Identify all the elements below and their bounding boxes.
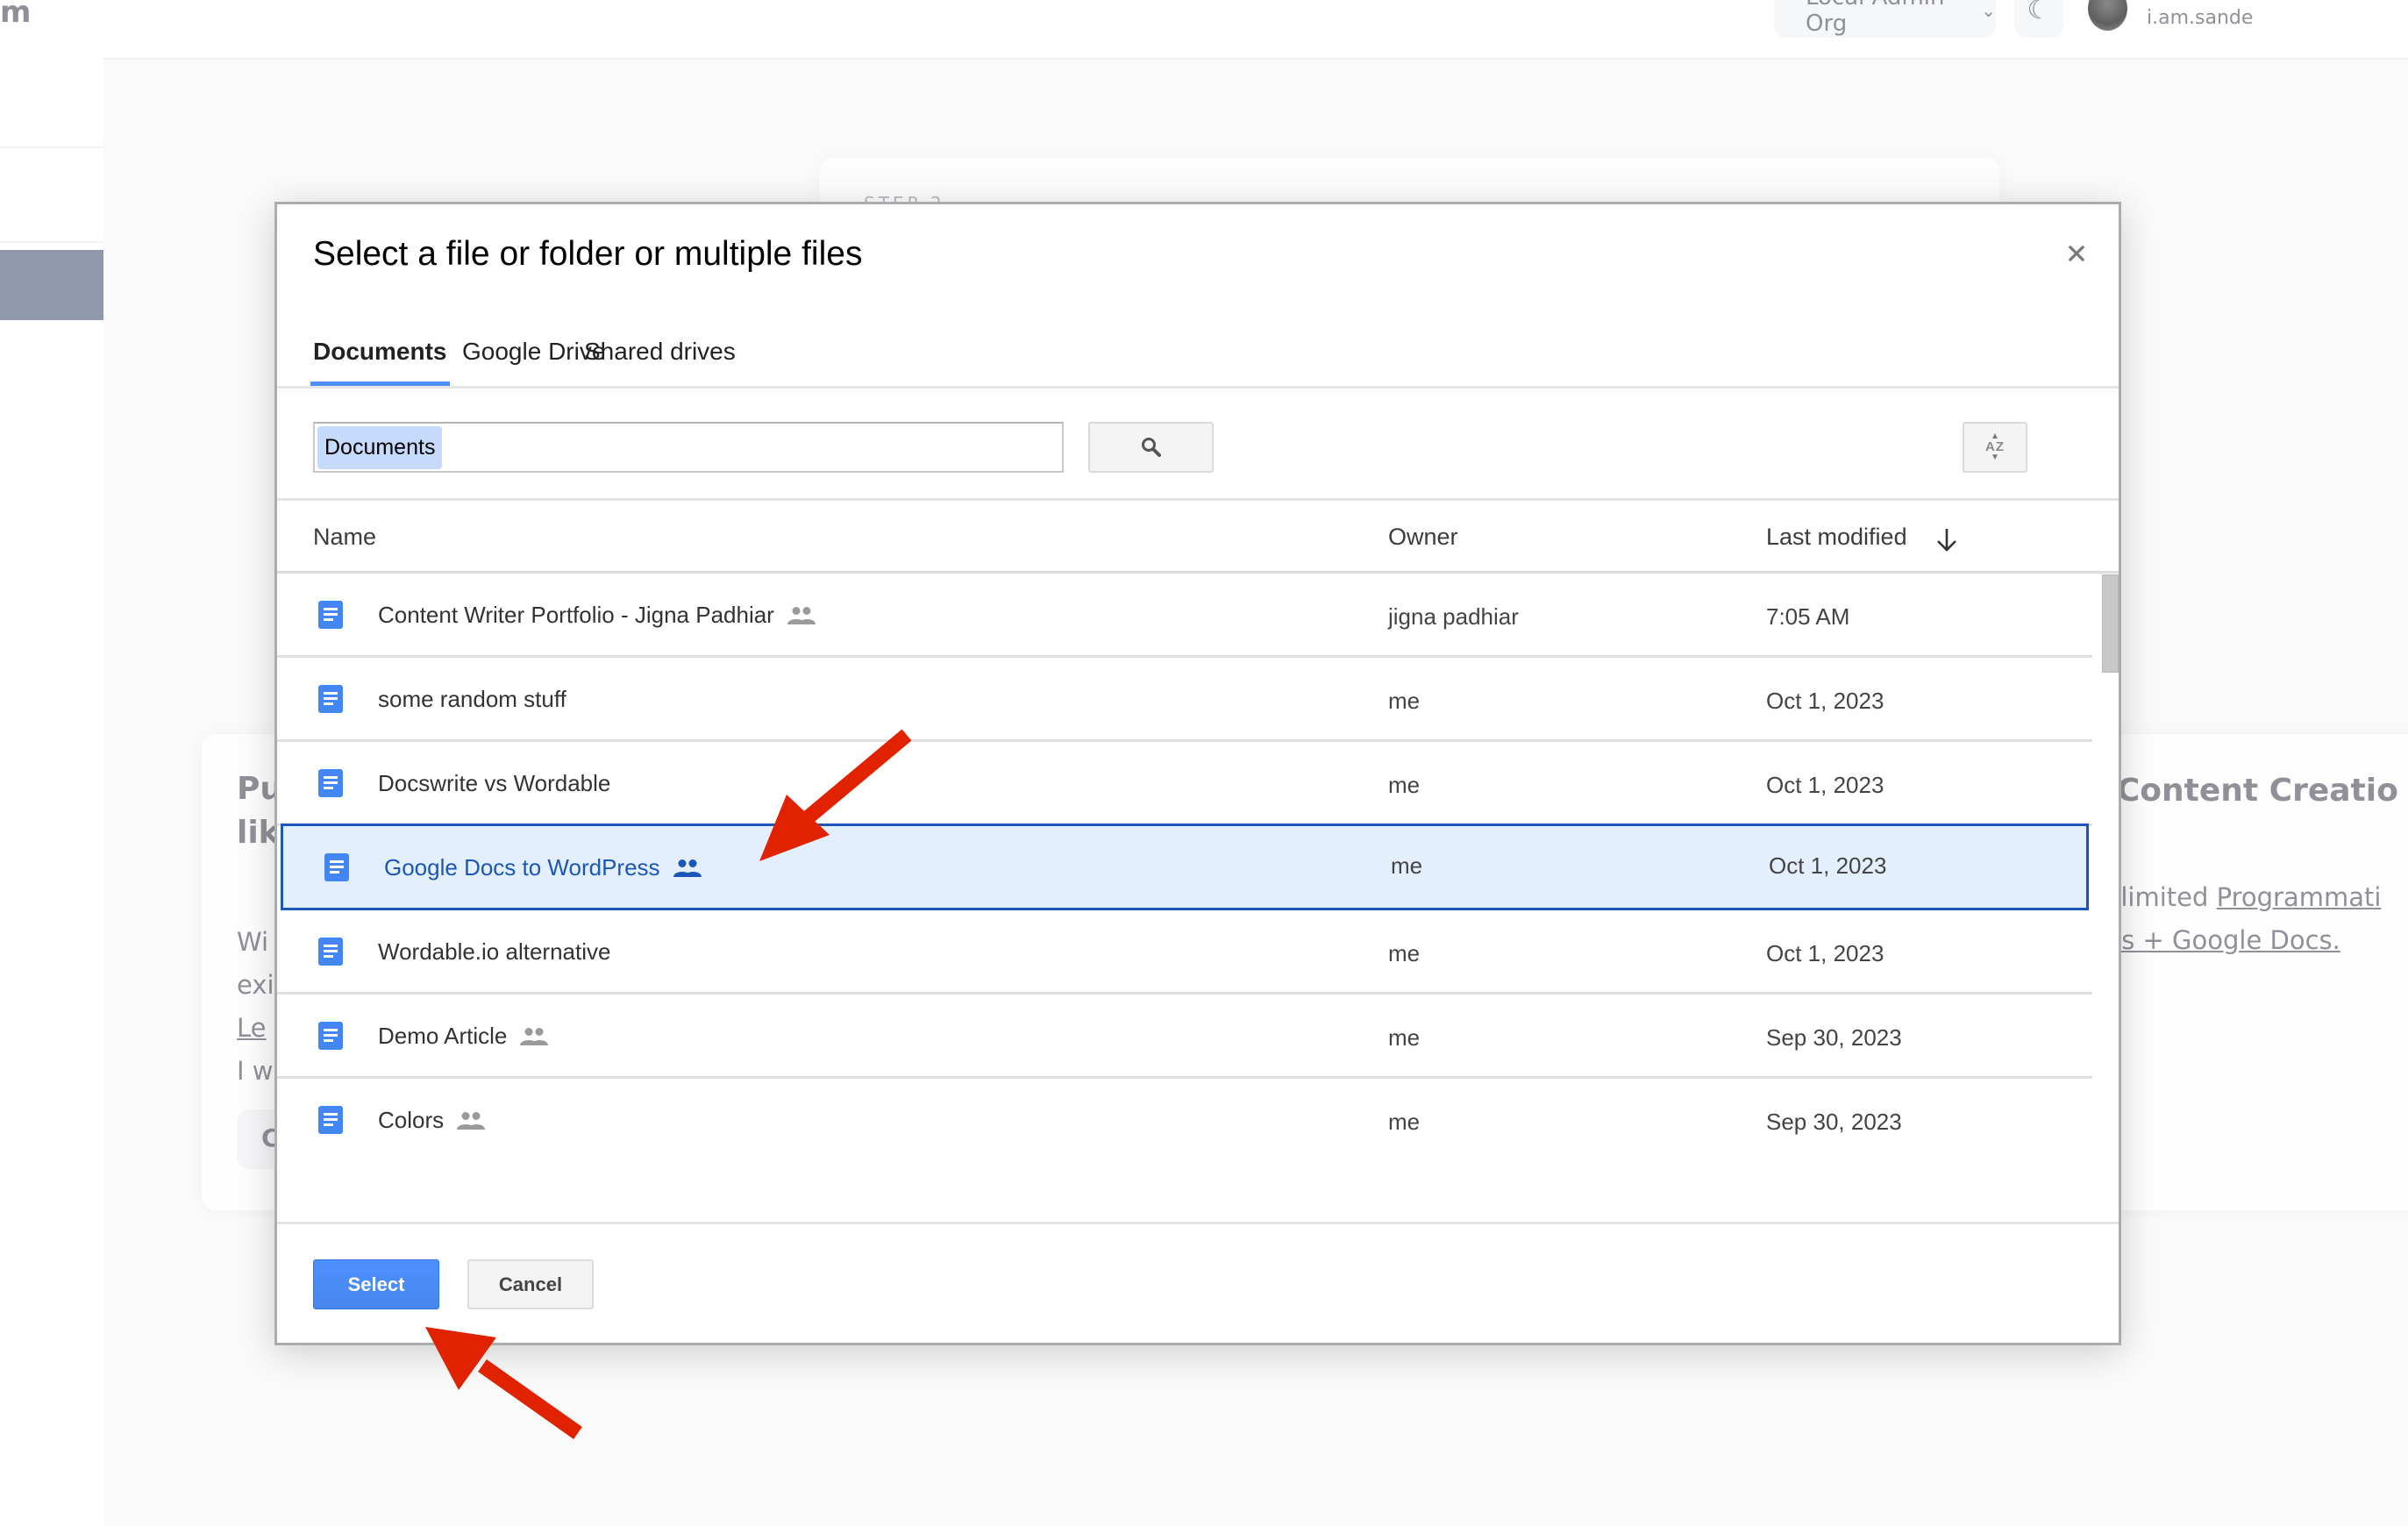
sidebar-item-active[interactable] bbox=[0, 250, 103, 320]
file-name-text: Content Writer Portfolio - Jigna Padhiar bbox=[378, 602, 774, 628]
google-docs-icon bbox=[318, 1022, 343, 1050]
card-body-line: ets + Google Docs. bbox=[2096, 919, 2340, 961]
footer-divider bbox=[277, 1222, 2119, 1224]
user-email: i.am.sande bbox=[2147, 7, 2254, 29]
sort-az-button[interactable]: ▲ AZ ▼ bbox=[1963, 422, 2027, 473]
file-last-modified: Oct 1, 2023 bbox=[1769, 852, 1887, 879]
app-topbar: m Local Admin Org ⌄ ☾ i.am.sande bbox=[0, 0, 2408, 59]
sidebar-divider bbox=[0, 241, 103, 243]
shared-people-icon bbox=[673, 859, 702, 877]
topbar-divider bbox=[103, 58, 2408, 60]
card-body-line: Wi bbox=[237, 927, 269, 957]
card-body-line: nlimited Programmati bbox=[2105, 876, 2381, 918]
magnifier-icon bbox=[1141, 438, 1161, 457]
select-button[interactable]: Select bbox=[313, 1259, 439, 1309]
file-name-text: Docswrite vs Wordable bbox=[378, 770, 611, 796]
file-owner: me bbox=[1388, 1109, 1421, 1135]
google-docs-icon bbox=[318, 1106, 343, 1134]
card-body-line: I w bbox=[237, 1056, 274, 1086]
brand-logo-text: m bbox=[0, 0, 32, 30]
file-name-text: some random stuff bbox=[378, 686, 566, 712]
shared-people-icon bbox=[457, 1111, 486, 1130]
tab-documents[interactable]: Documents bbox=[313, 308, 446, 389]
chevron-down-icon: ⌄ bbox=[1981, 0, 1996, 21]
sidebar-divider bbox=[0, 146, 103, 148]
shared-people-icon bbox=[520, 1027, 549, 1045]
file-name: Colors bbox=[378, 1107, 486, 1134]
file-row[interactable]: Content Writer Portfolio - Jigna Padhiar… bbox=[277, 574, 2092, 658]
arrow-down-icon[interactable] bbox=[1934, 525, 1959, 553]
file-list: Content Writer Portfolio - Jigna Padhiar… bbox=[277, 574, 2092, 1144]
file-row[interactable]: Wordable.io alternative me Oct 1, 2023 bbox=[277, 910, 2092, 995]
org-switcher[interactable]: Local Admin Org ⌄ bbox=[1774, 0, 1996, 38]
file-name: some random stuff bbox=[378, 686, 566, 713]
file-row[interactable]: Demo Article me Sep 30, 2023 bbox=[277, 995, 2092, 1079]
file-last-modified: Oct 1, 2023 bbox=[1766, 940, 1884, 966]
file-last-modified: 7:05 AM bbox=[1766, 603, 1850, 630]
column-header-last-modified[interactable]: Last modified bbox=[1766, 524, 1907, 551]
card-link[interactable]: Le bbox=[237, 1013, 267, 1043]
card-link[interactable]: ets + Google Docs. bbox=[2096, 925, 2340, 955]
file-name-text: Google Docs to WordPress bbox=[384, 854, 660, 881]
file-owner: me bbox=[1388, 1024, 1421, 1051]
card-body-line: exi bbox=[237, 970, 274, 1000]
file-name: Content Writer Portfolio - Jigna Padhiar bbox=[378, 602, 816, 629]
search-button[interactable] bbox=[1088, 422, 1214, 473]
file-owner: me bbox=[1388, 688, 1421, 714]
file-name: Docswrite vs Wordable bbox=[378, 770, 610, 797]
file-owner: me bbox=[1388, 772, 1421, 798]
card-body-text: nlimited bbox=[2105, 882, 2217, 912]
picker-tabs: Documents Google Drive Shared drives bbox=[277, 308, 2119, 389]
google-docs-icon bbox=[318, 601, 343, 629]
search-scope-chip[interactable]: Documents bbox=[317, 426, 443, 469]
dialog-title: Select a file or folder or multiple file… bbox=[313, 235, 863, 273]
file-last-modified: Oct 1, 2023 bbox=[1766, 688, 1884, 714]
column-header-owner[interactable]: Owner bbox=[1388, 524, 1458, 551]
moon-icon: ☾ bbox=[2027, 0, 2051, 25]
search-input[interactable]: Documents bbox=[313, 422, 1064, 473]
google-docs-icon bbox=[318, 769, 343, 797]
file-row[interactable]: Google Docs to WordPress me Oct 1, 2023 bbox=[281, 824, 2089, 910]
google-docs-icon bbox=[318, 938, 343, 966]
cancel-button[interactable]: Cancel bbox=[467, 1259, 594, 1309]
file-name: Wordable.io alternative bbox=[378, 938, 610, 966]
file-name: Demo Article bbox=[378, 1023, 549, 1050]
org-switcher-label: Local Admin Org bbox=[1806, 0, 1945, 37]
tabs-divider bbox=[277, 386, 2119, 389]
theme-toggle-button[interactable]: ☾ bbox=[2014, 0, 2063, 38]
file-name-text: Wordable.io alternative bbox=[378, 938, 611, 965]
file-name-text: Demo Article bbox=[378, 1023, 508, 1049]
close-x-icon bbox=[2069, 246, 2084, 261]
sidebar bbox=[0, 59, 103, 1526]
sort-az-icon: AZ bbox=[1985, 439, 2005, 454]
table-header: Name Owner Last modified bbox=[277, 501, 2119, 571]
file-row[interactable]: some random stuff me Oct 1, 2023 bbox=[277, 658, 2092, 742]
file-row[interactable]: Colors me Sep 30, 2023 bbox=[277, 1079, 2092, 1144]
file-owner: me bbox=[1388, 940, 1421, 966]
tab-shared-drives[interactable]: Shared drives bbox=[584, 308, 736, 389]
close-button[interactable] bbox=[2059, 236, 2094, 271]
column-header-name[interactable]: Name bbox=[313, 524, 376, 551]
file-name: Google Docs to WordPress bbox=[384, 854, 702, 881]
card-title: c Content Creatio bbox=[2087, 773, 2398, 809]
shared-people-icon bbox=[787, 606, 816, 624]
file-picker-dialog: Select a file or folder or multiple file… bbox=[274, 202, 2121, 1345]
file-last-modified: Sep 30, 2023 bbox=[1766, 1024, 1902, 1051]
card-title-line: lik bbox=[237, 815, 280, 851]
avatar[interactable] bbox=[2088, 0, 2127, 31]
file-name-text: Colors bbox=[378, 1107, 445, 1133]
card-link[interactable]: Programmati bbox=[2217, 882, 2382, 912]
sort-down-triangle-icon: ▼ bbox=[1991, 453, 1999, 462]
file-last-modified: Sep 30, 2023 bbox=[1766, 1109, 1902, 1135]
scrollbar-thumb[interactable] bbox=[2102, 574, 2119, 673]
file-owner: me bbox=[1391, 852, 1423, 879]
google-docs-icon bbox=[324, 853, 349, 881]
file-owner: jigna padhiar bbox=[1388, 603, 1519, 630]
card-body-link[interactable]: Le bbox=[237, 1007, 267, 1049]
file-last-modified: Oct 1, 2023 bbox=[1766, 772, 1884, 798]
google-docs-icon bbox=[318, 685, 343, 713]
file-row[interactable]: Docswrite vs Wordable me Oct 1, 2023 bbox=[277, 742, 2092, 826]
